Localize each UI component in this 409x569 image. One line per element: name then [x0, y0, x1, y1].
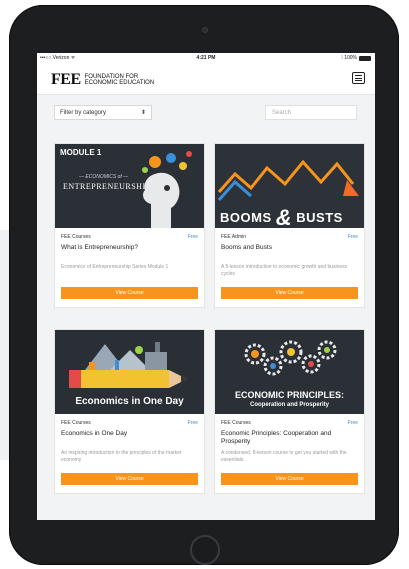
- course-title[interactable]: Economic Principles: Cooperation and Pro…: [215, 430, 364, 450]
- site-header: FEE Foundation for Economic Education: [37, 63, 375, 95]
- category-filter-select[interactable]: Filter by category ⬍: [54, 105, 152, 120]
- logo-text: Foundation for Economic Education: [85, 74, 155, 86]
- course-image-economic-principles[interactable]: ECONOMIC PRINCIPLES: Cooperation and Pro…: [215, 330, 364, 414]
- course-title[interactable]: What is Entrepreneurship?: [55, 244, 204, 264]
- image-title: BOOMS & BUSTS: [220, 202, 343, 228]
- hamburger-menu-icon[interactable]: [352, 72, 365, 84]
- course-image-economics-one-day[interactable]: Economics in One Day: [55, 330, 204, 414]
- course-meta: FEE Courses Free: [215, 420, 364, 430]
- view-course-button[interactable]: View Course: [221, 473, 358, 485]
- course-card[interactable]: BOOMS & BUSTS FEE Admin Free Booms and B…: [214, 143, 365, 308]
- price-badge: Free: [187, 234, 198, 240]
- head-gears-illustration: [142, 151, 192, 228]
- app-screen: •••○○ Verizon ᯤ 4:21 PM ⁞ 100% FEE Found…: [37, 53, 375, 520]
- clock: 4:21 PM: [196, 55, 216, 61]
- course-title[interactable]: Economics in One Day: [55, 430, 204, 450]
- course-image-booms-busts[interactable]: BOOMS & BUSTS: [215, 144, 364, 228]
- home-button[interactable]: [190, 535, 220, 565]
- price-badge: Free: [187, 420, 198, 426]
- search-placeholder: Search: [272, 110, 292, 116]
- course-title[interactable]: Booms and Busts: [215, 244, 364, 264]
- course-provider: FEE Courses: [61, 234, 91, 240]
- category-filter-value: Filter by category: [60, 110, 107, 116]
- view-course-button[interactable]: View Course: [61, 473, 198, 485]
- course-image-entrepreneurship[interactable]: MODULE 1 — ECONOMICS of — ENTREPRENEURSH…: [55, 144, 204, 228]
- view-course-button[interactable]: View Course: [221, 287, 358, 299]
- select-caret-icon: ⬍: [140, 110, 146, 116]
- course-card[interactable]: ECONOMIC PRINCIPLES: Cooperation and Pro…: [214, 329, 365, 494]
- image-word-busts: BUSTS: [296, 210, 343, 225]
- status-bar: •••○○ Verizon ᯤ 4:21 PM ⁞ 100%: [37, 53, 375, 63]
- course-provider: FEE Admin: [221, 234, 247, 240]
- image-subtitle: Cooperation and Prosperity: [249, 402, 329, 408]
- course-meta: FEE Admin Free: [215, 234, 364, 244]
- course-provider: FEE Courses: [221, 420, 251, 426]
- fee-logo[interactable]: FEE Foundation for Economic Education: [51, 71, 154, 89]
- course-provider: FEE Courses: [61, 420, 91, 426]
- course-meta: FEE Courses Free: [55, 234, 204, 244]
- image-title: ECONOMIC PRINCIPLES:: [234, 390, 344, 400]
- battery-icon: [359, 55, 371, 61]
- search-input[interactable]: Search: [265, 105, 357, 120]
- course-meta: FEE Courses Free: [55, 420, 204, 430]
- course-card[interactable]: MODULE 1 — ECONOMICS of — ENTREPRENEURSH…: [54, 143, 205, 308]
- price-badge: Free: [347, 420, 358, 426]
- battery-status: ⁞ 100%: [341, 55, 371, 61]
- image-title: Economics in One Day: [75, 396, 184, 407]
- logo-line-2: Economic Education: [84, 80, 155, 86]
- filter-bar: Filter by category ⬍ Search: [37, 95, 375, 135]
- camera-icon: [202, 27, 208, 33]
- view-course-button[interactable]: View Course: [61, 287, 198, 299]
- logo-mark: FEE: [51, 71, 81, 88]
- image-ampersand: &: [275, 205, 293, 228]
- price-badge: Free: [347, 234, 358, 240]
- image-word-booms: BOOMS: [220, 210, 272, 225]
- battery-percent: ⁞ 100%: [341, 55, 357, 61]
- course-card[interactable]: Economics in One Day FEE Courses Free Ec…: [54, 329, 205, 494]
